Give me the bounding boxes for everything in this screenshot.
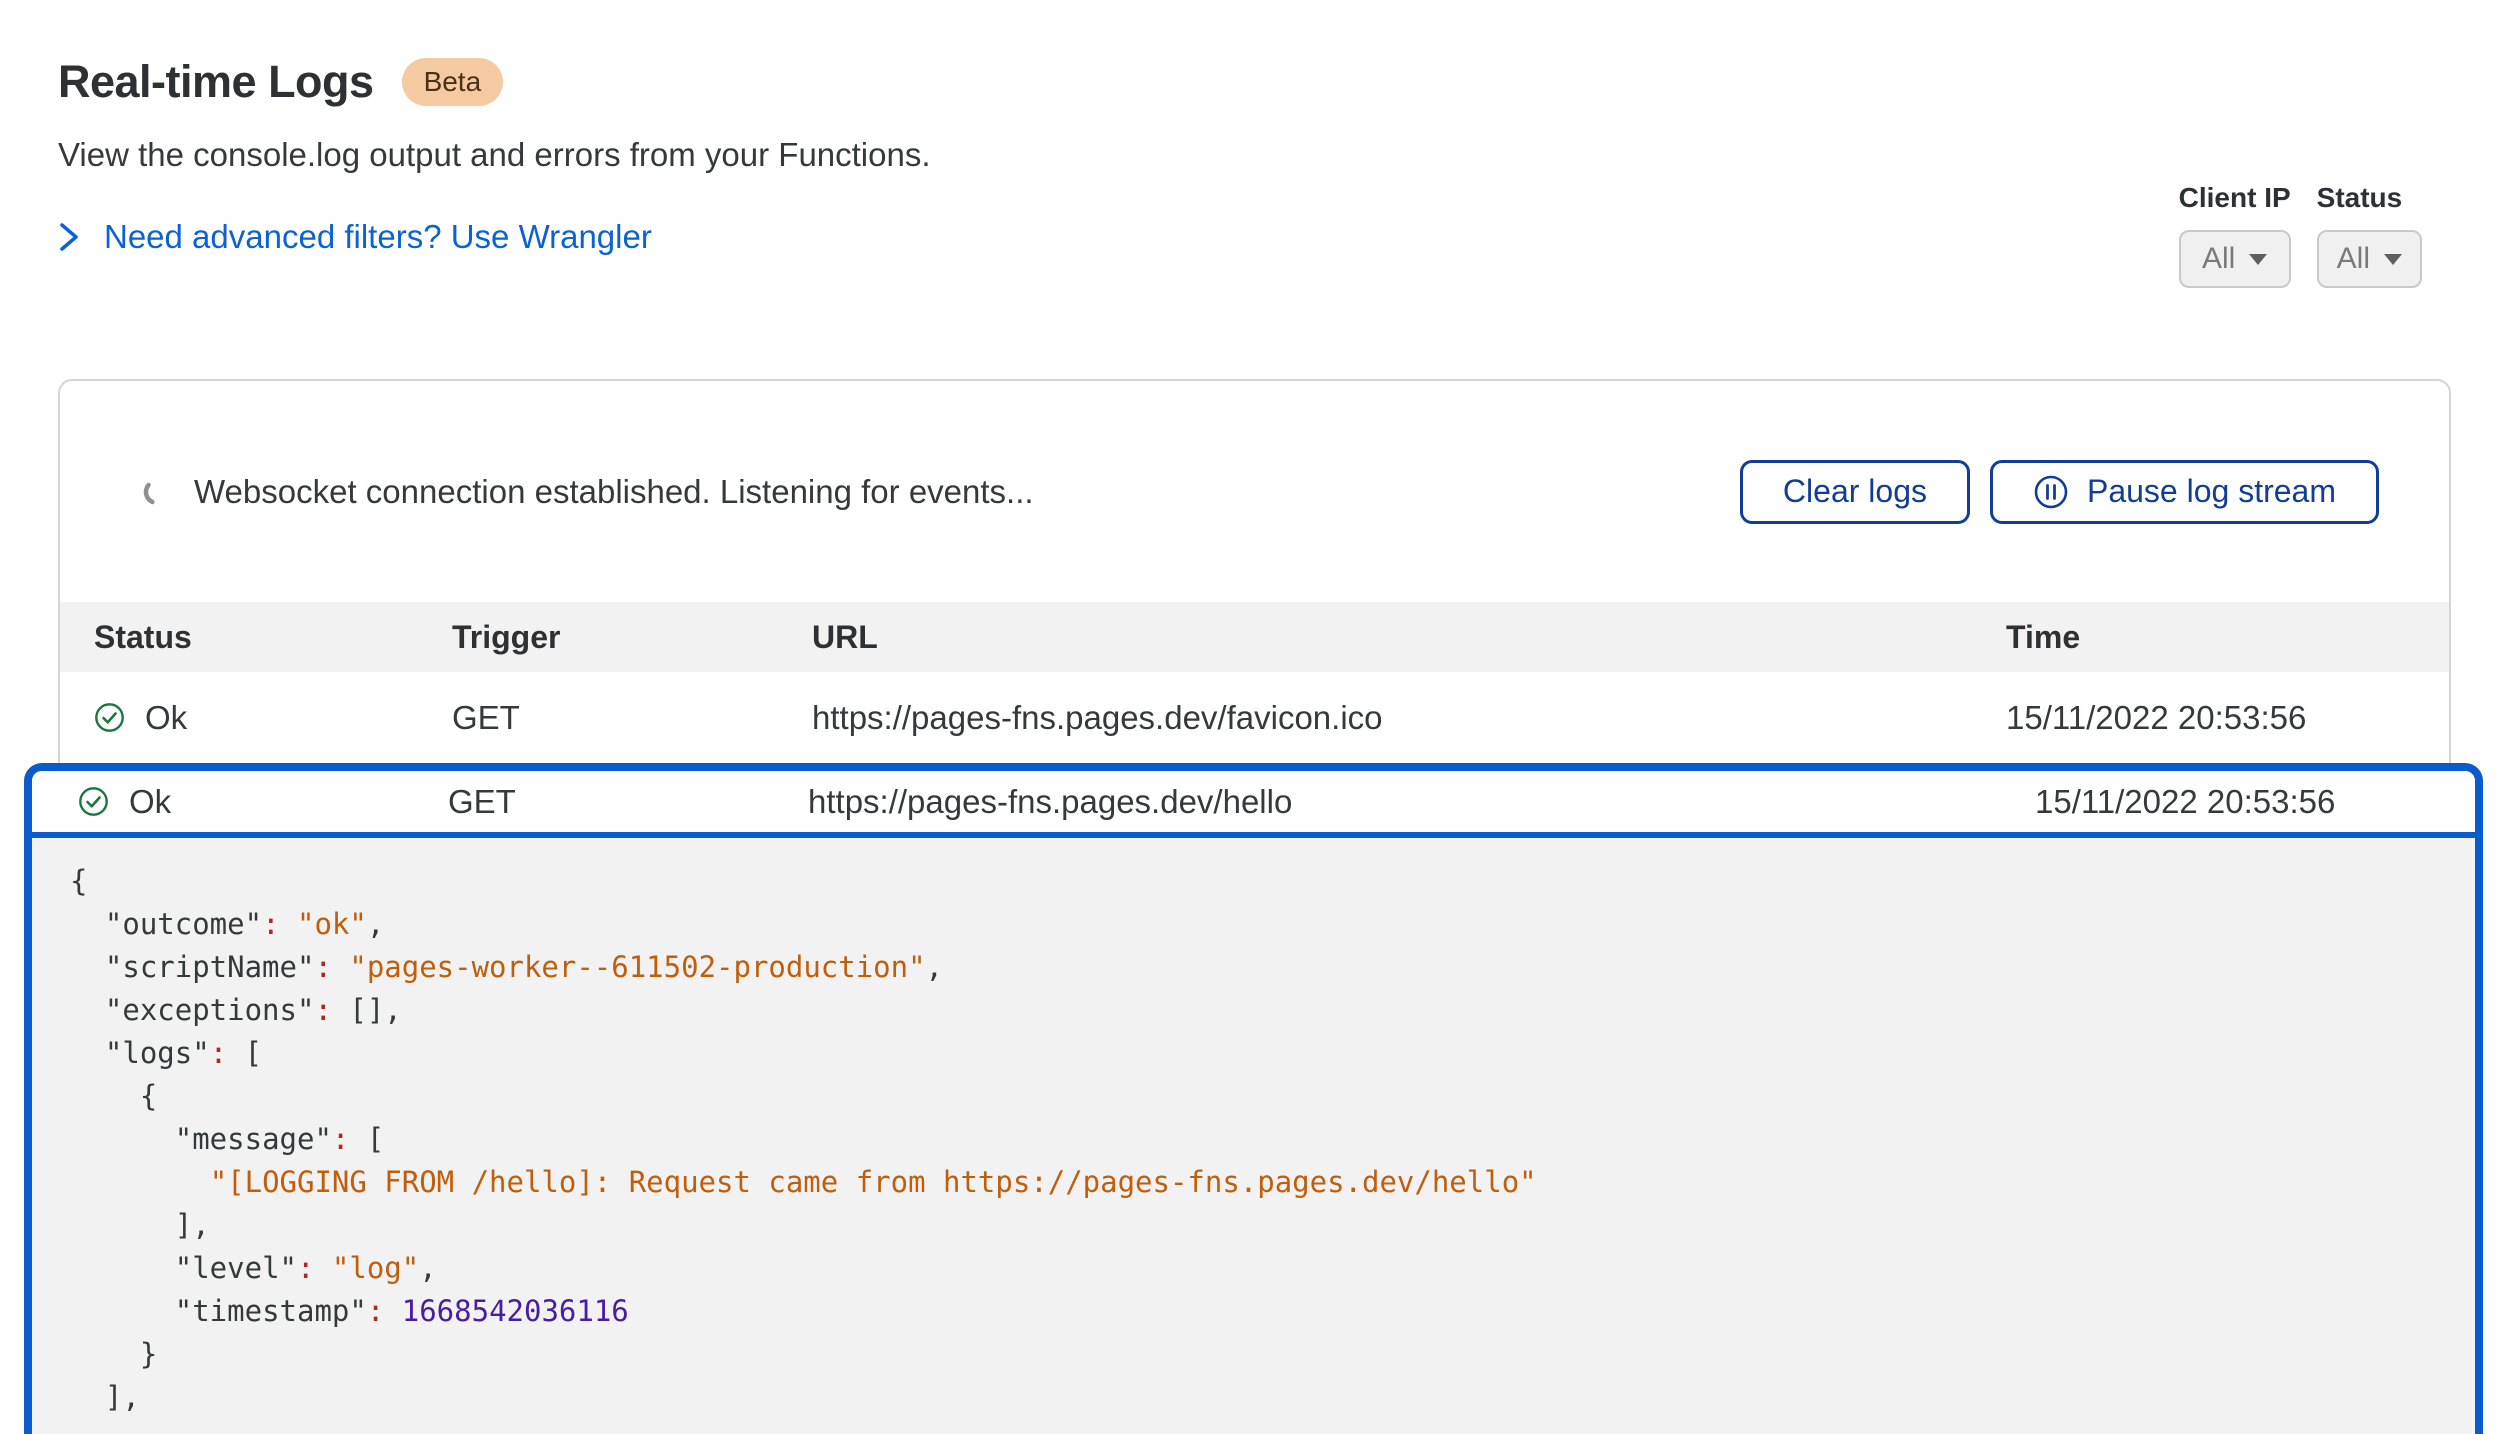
log-row-trigger: GET xyxy=(452,699,812,737)
column-header-url: URL xyxy=(812,619,2006,656)
pause-log-stream-label: Pause log stream xyxy=(2087,473,2336,510)
spinner-icon xyxy=(142,477,172,507)
page-title: Real-time Logs xyxy=(58,56,374,108)
log-row-time: 15/11/2022 20:53:56 xyxy=(2035,783,2475,821)
client-ip-filter-label: Client IP xyxy=(2179,182,2291,214)
check-circle-icon xyxy=(94,702,125,733)
log-row-status: Ok xyxy=(129,783,171,821)
clear-logs-button[interactable]: Clear logs xyxy=(1740,460,1970,524)
selected-log-row[interactable]: Ok GET https://pages-fns.pages.dev/hello… xyxy=(32,771,2475,838)
wrangler-link-label: Need advanced filters? Use Wrangler xyxy=(104,218,652,256)
caret-down-icon xyxy=(2384,254,2402,265)
log-row-time: 15/11/2022 20:53:56 xyxy=(2006,699,2449,737)
page-subtitle: View the console.log output and errors f… xyxy=(58,136,931,174)
caret-down-icon xyxy=(2249,254,2267,265)
websocket-status-text: Websocket connection established. Listen… xyxy=(194,473,1034,511)
log-table-row[interactable]: Ok GET https://pages-fns.pages.dev/favic… xyxy=(60,672,2449,763)
client-ip-dropdown-value: All xyxy=(2202,242,2235,276)
client-ip-dropdown[interactable]: All xyxy=(2179,230,2291,288)
log-row-url: https://pages-fns.pages.dev/favicon.ico xyxy=(812,699,2006,737)
chevron-right-icon xyxy=(58,222,80,252)
column-header-trigger: Trigger xyxy=(452,619,812,656)
page-header: Real-time Logs Beta View the console.log… xyxy=(58,56,931,256)
log-row-url: https://pages-fns.pages.dev/hello xyxy=(808,783,2035,821)
pause-icon xyxy=(2033,474,2069,510)
status-filter-label: Status xyxy=(2317,182,2422,214)
check-circle-icon xyxy=(78,786,109,817)
log-detail-json: { "outcome": "ok", "scriptName": "pages-… xyxy=(32,838,2475,1434)
logs-toolbar: Websocket connection established. Listen… xyxy=(60,381,2449,602)
selected-log-entry: Ok GET https://pages-fns.pages.dev/hello… xyxy=(24,763,2483,1434)
pause-log-stream-button[interactable]: Pause log stream xyxy=(1990,460,2379,524)
beta-badge: Beta xyxy=(402,58,504,106)
column-header-time: Time xyxy=(2006,619,2449,656)
clear-logs-label: Clear logs xyxy=(1783,473,1927,510)
log-table-header: Status Trigger URL Time xyxy=(60,602,2449,672)
log-row-trigger: GET xyxy=(448,783,808,821)
wrangler-link[interactable]: Need advanced filters? Use Wrangler xyxy=(58,218,931,256)
log-row-status: Ok xyxy=(145,699,187,737)
column-header-status: Status xyxy=(94,619,452,656)
log-filters: Client IP All Status All xyxy=(2179,182,2422,288)
status-dropdown[interactable]: All xyxy=(2317,230,2422,288)
status-dropdown-value: All xyxy=(2337,242,2370,276)
